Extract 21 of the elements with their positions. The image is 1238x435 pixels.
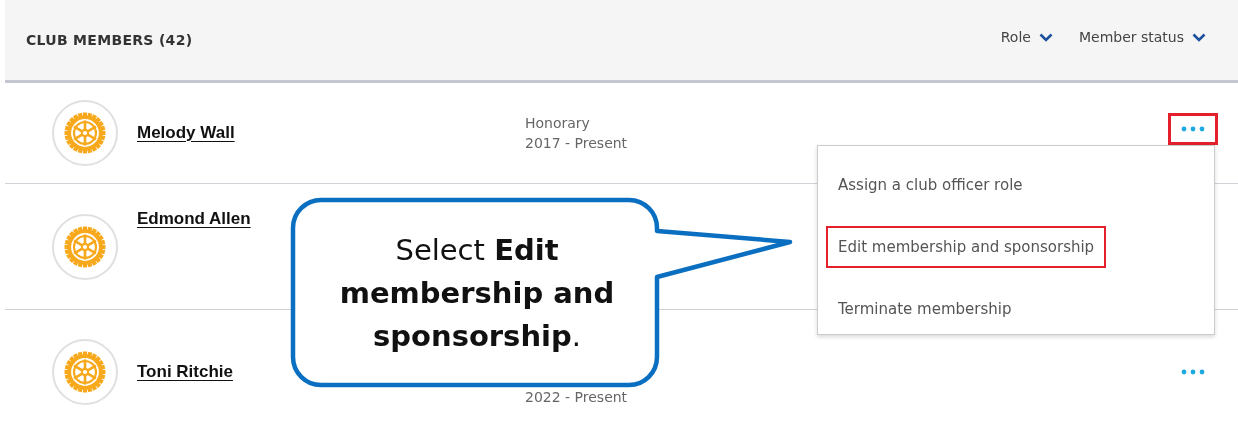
chevron-down-icon bbox=[1192, 32, 1206, 42]
wheel-icon bbox=[64, 350, 106, 393]
wheel-icon bbox=[64, 225, 106, 268]
menu-item[interactable]: Assign a club officer role bbox=[826, 164, 1035, 206]
filter-dropdown[interactable]: Member status bbox=[1076, 27, 1208, 47]
callout-text: Select Edit membership and sponsorship. bbox=[338, 232, 616, 355]
member-name-link[interactable]: Toni Ritchie bbox=[137, 361, 233, 382]
chevron-down-icon bbox=[1038, 32, 1053, 42]
more-dots-icon bbox=[1181, 126, 1205, 132]
member-years: 2017 - Present bbox=[525, 135, 628, 151]
member-name-link[interactable]: Melody Wall bbox=[137, 123, 235, 143]
member-years: 2022 - Present bbox=[525, 388, 628, 405]
filter-dropdown[interactable]: Role bbox=[998, 27, 1055, 47]
section-title: CLUB MEMBERS (42) bbox=[26, 32, 193, 48]
menu-item[interactable]: Terminate membership bbox=[826, 288, 1024, 330]
member-name-link[interactable]: Edmond Allen bbox=[137, 209, 251, 229]
more-button[interactable] bbox=[1168, 113, 1218, 145]
member-role: Honorary bbox=[525, 115, 591, 131]
menu-item[interactable]: Edit membership and sponsorship bbox=[826, 226, 1107, 268]
wheel-icon bbox=[64, 112, 106, 154]
more-dots-icon bbox=[1181, 368, 1205, 375]
